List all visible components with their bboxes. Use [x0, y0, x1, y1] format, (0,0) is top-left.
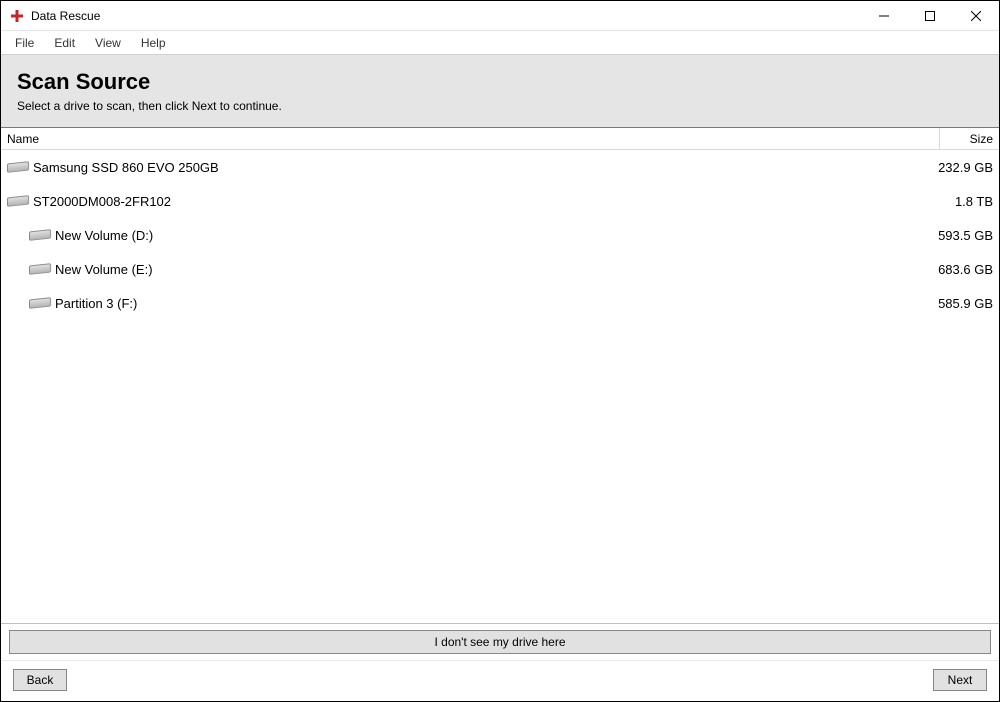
menu-help[interactable]: Help — [131, 34, 176, 52]
column-headers: Name Size — [1, 128, 999, 150]
drive-row[interactable]: ST2000DM008-2FR102 1.8 TB — [1, 184, 999, 218]
back-button[interactable]: Back — [13, 669, 67, 691]
app-icon — [9, 8, 25, 24]
window-title: Data Rescue — [31, 9, 100, 23]
bottom-bar: I don't see my drive here — [1, 623, 999, 660]
no-drive-button[interactable]: I don't see my drive here — [9, 630, 991, 654]
drive-icon — [5, 162, 31, 172]
column-header-size[interactable]: Size — [939, 128, 999, 149]
drive-list: Samsung SSD 860 EVO 250GB 232.9 GB ST200… — [1, 150, 999, 623]
drive-row[interactable]: Samsung SSD 860 EVO 250GB 232.9 GB — [1, 150, 999, 184]
volume-name: Partition 3 (F:) — [53, 296, 938, 311]
window-controls — [861, 1, 999, 30]
volume-icon — [27, 264, 53, 274]
page-title: Scan Source — [17, 69, 983, 95]
maximize-button[interactable] — [907, 1, 953, 30]
volume-row[interactable]: New Volume (D:) 593.5 GB — [1, 218, 999, 252]
drive-size: 1.8 TB — [955, 194, 993, 209]
volume-icon — [27, 230, 53, 240]
minimize-button[interactable] — [861, 1, 907, 30]
menubar: File Edit View Help — [1, 31, 999, 55]
drive-icon — [5, 196, 31, 206]
volume-size: 585.9 GB — [938, 296, 993, 311]
drive-name: Samsung SSD 860 EVO 250GB — [31, 160, 938, 175]
volume-size: 593.5 GB — [938, 228, 993, 243]
volume-row[interactable]: Partition 3 (F:) 585.9 GB — [1, 286, 999, 320]
volume-name: New Volume (D:) — [53, 228, 938, 243]
footer-nav: Back Next — [1, 660, 999, 701]
menu-view[interactable]: View — [85, 34, 131, 52]
volume-icon — [27, 298, 53, 308]
drive-name: ST2000DM008-2FR102 — [31, 194, 955, 209]
menu-edit[interactable]: Edit — [44, 34, 85, 52]
volume-row[interactable]: New Volume (E:) 683.6 GB — [1, 252, 999, 286]
volume-size: 683.6 GB — [938, 262, 993, 277]
close-button[interactable] — [953, 1, 999, 30]
page-subtitle: Select a drive to scan, then click Next … — [17, 99, 983, 113]
volume-name: New Volume (E:) — [53, 262, 938, 277]
next-button[interactable]: Next — [933, 669, 987, 691]
menu-file[interactable]: File — [5, 34, 44, 52]
drive-size: 232.9 GB — [938, 160, 993, 175]
titlebar: Data Rescue — [1, 1, 999, 31]
page-header: Scan Source Select a drive to scan, then… — [1, 55, 999, 128]
column-header-name[interactable]: Name — [1, 132, 939, 146]
